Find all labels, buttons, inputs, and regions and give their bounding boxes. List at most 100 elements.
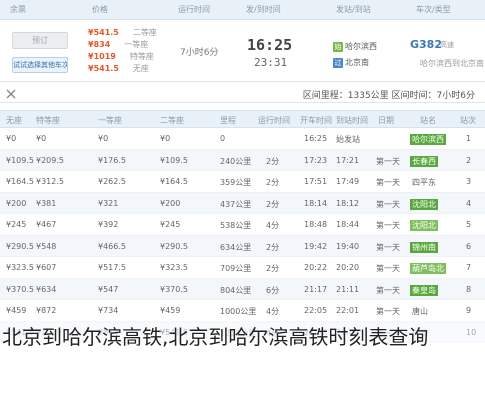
cell-zhanming[interactable]: 葫芦岛北 (410, 263, 446, 274)
col-times: 发/到时间 (246, 5, 281, 14)
cell-daozhan: 18:44 (336, 220, 360, 229)
seat-type: 特等座 (129, 52, 154, 61)
cell-erdeng: ¥290.5 (160, 241, 188, 251)
cell-erdeng: ¥164.5 (160, 177, 188, 186)
th-zhanming: 站名 (420, 116, 436, 125)
cell-daozhan: 22:01 (336, 306, 360, 315)
col-stations: 发站/到站 (336, 5, 371, 14)
cell-wuzuo: ¥323.5 (6, 263, 34, 272)
cell-zhanci: 9 (466, 306, 472, 315)
close-icon[interactable] (4, 87, 18, 101)
cell-licheng: 437公里 (220, 199, 252, 209)
runtime: 7小时6分 (180, 48, 219, 58)
pass-tag: 过 (333, 58, 343, 68)
cell-licheng: 0 (220, 134, 226, 143)
to-station[interactable]: 过北京南 (333, 57, 369, 68)
cell-zhanming[interactable]: 沈阳北 (410, 198, 438, 210)
price-value: ¥834 (88, 40, 111, 49)
cell-zhanming[interactable]: 长春西 (410, 155, 438, 167)
cell-zhanming[interactable]: 沈阳北 (410, 220, 438, 231)
to-station-name: 北京南 (345, 58, 369, 67)
cell-licheng: 240公里 (220, 156, 252, 166)
th-licheng: 里程 (220, 116, 236, 125)
cell-riqi: 第一天 (376, 199, 400, 209)
cell-erdeng: ¥200 (160, 198, 181, 208)
th-riqi: 日期 (378, 116, 394, 125)
cell-zhanci: 5 (466, 220, 472, 229)
train-number[interactable]: G382 (410, 38, 442, 51)
seat-type: 二等座 (132, 28, 157, 37)
cell-zhanming[interactable]: 秦皇岛 (410, 284, 438, 296)
cell-yideng: ¥0 (98, 134, 109, 143)
book-button[interactable]: 预订 (12, 32, 68, 49)
cell-yideng: ¥392 (98, 220, 119, 229)
cell-zhanci: 4 (466, 198, 472, 208)
train-summary-row: 预订 试试选择其他车次 ¥541.5 二等座 ¥834 一等座 ¥1019 特等座 ¥… (0, 20, 485, 82)
train-type: 高速 (440, 41, 454, 49)
th-erdeng: 二等座 (160, 116, 184, 125)
table-row: ¥109.5 ¥209.5 ¥176.5 ¥109.5 240公里 2分 17:23 17:2… (0, 149, 485, 171)
cell-yideng: ¥321 (98, 198, 119, 208)
results-header: 余票 价格 运行时间 发/到时间 发站/到站 车次/类型 (0, 0, 485, 20)
col-price: 价格 (92, 5, 108, 14)
cell-daozhan: 20:20 (336, 263, 360, 272)
overlay-title: 北京到哈尔滨高铁,北京到哈尔滨高铁时刻表查询 (2, 325, 429, 349)
cell-kaiche: 19:42 (304, 241, 328, 251)
from-station-name: 哈尔滨西 (345, 42, 377, 51)
cell-tedeng: ¥312.5 (36, 177, 64, 186)
cell-riqi: 第一天 (376, 242, 400, 252)
th-tedeng: 特等座 (36, 116, 60, 125)
cell-riqi: 第一天 (376, 307, 400, 316)
cell-wuzuo: ¥245 (6, 220, 27, 229)
cell-kaiche: 17:23 (304, 155, 328, 165)
table-row: ¥290.5 ¥548 ¥466.5 ¥290.5 634公里 2分 19:42 19:40 第… (0, 235, 485, 257)
cell-yideng: ¥734 (98, 306, 119, 315)
from-station[interactable]: 始哈尔滨西 (333, 41, 377, 52)
cell-wuzuo: ¥200 (6, 198, 27, 208)
cell-tingliu: 2分 (266, 242, 280, 252)
cell-zhanming[interactable]: 唐山 (410, 306, 430, 317)
seat-type: 一等座 (124, 40, 149, 49)
cell-tedeng: ¥548 (36, 241, 57, 251)
price-line: ¥541.5 二等座 (88, 27, 157, 38)
th-wuzuo: 无座 (6, 116, 22, 125)
cell-wuzuo: ¥370.5 (6, 284, 34, 294)
cell-erdeng: ¥245 (160, 220, 181, 229)
depart-time: 16:25 (247, 36, 293, 54)
cell-kaiche: 20:22 (304, 263, 328, 272)
cell-zhanci: 2 (466, 155, 472, 165)
stops-table-header: 无座 特等座 一等座 二等座 里程 运行时间 开车时间 到站时间 日期 站名 站… (0, 110, 485, 128)
table-row: ¥200 ¥381 ¥321 ¥200 437公里 2分 18:14 18:12 第一天 沈阳北 4 (0, 192, 485, 214)
cell-zhanci: 7 (466, 263, 472, 272)
cell-tedeng: ¥467 (36, 220, 57, 229)
cell-zhanming[interactable]: 四平东 (410, 177, 438, 188)
cell-tingliu: 4分 (266, 307, 280, 316)
cell-tingliu: 2分 (266, 264, 280, 273)
cell-zhanming[interactable]: 锦州南 (410, 241, 438, 253)
stops-panel-header: 区间里程：1335公里 区间时间：7小时6分 (0, 85, 485, 103)
price-value: ¥541.5 (88, 28, 119, 37)
seat-type: 无座 (132, 64, 149, 73)
cell-riqi: 第一天 (376, 264, 400, 273)
cell-kaiche: 22:05 (304, 306, 328, 315)
col-remaining: 余票 (10, 5, 26, 14)
cell-daozhan: 19:40 (336, 241, 360, 251)
other-trains-link[interactable]: 试试选择其他车次 (12, 57, 68, 73)
cell-wuzuo: ¥290.5 (6, 241, 34, 251)
cell-zhanming[interactable]: 哈尔滨西 (410, 134, 446, 145)
table-row: ¥370.5 ¥634 ¥547 ¥370.5 804公里 6分 21:17 21:11 第一天… (0, 278, 485, 300)
cell-tedeng: ¥634 (36, 284, 57, 294)
stops-table: 无座 特等座 一等座 二等座 里程 运行时间 开车时间 到站时间 日期 站名 站… (0, 110, 485, 343)
cell-yideng: ¥262.5 (98, 177, 126, 186)
cell-riqi: 第一天 (376, 178, 400, 187)
cell-wuzuo: ¥164.5 (6, 177, 34, 186)
cell-kaiche: 21:17 (304, 284, 328, 294)
cell-daozhan: 17:21 (336, 155, 360, 165)
train-route: 哈尔滨西到北京南 (420, 59, 484, 68)
cell-licheng: 634公里 (220, 242, 252, 252)
price-value: ¥541.5 (88, 64, 119, 73)
cell-wuzuo: ¥0 (6, 134, 17, 143)
price-value: ¥1019 (88, 52, 116, 61)
cell-wuzuo: ¥459 (6, 306, 27, 315)
cell-riqi: 第一天 (376, 285, 400, 295)
